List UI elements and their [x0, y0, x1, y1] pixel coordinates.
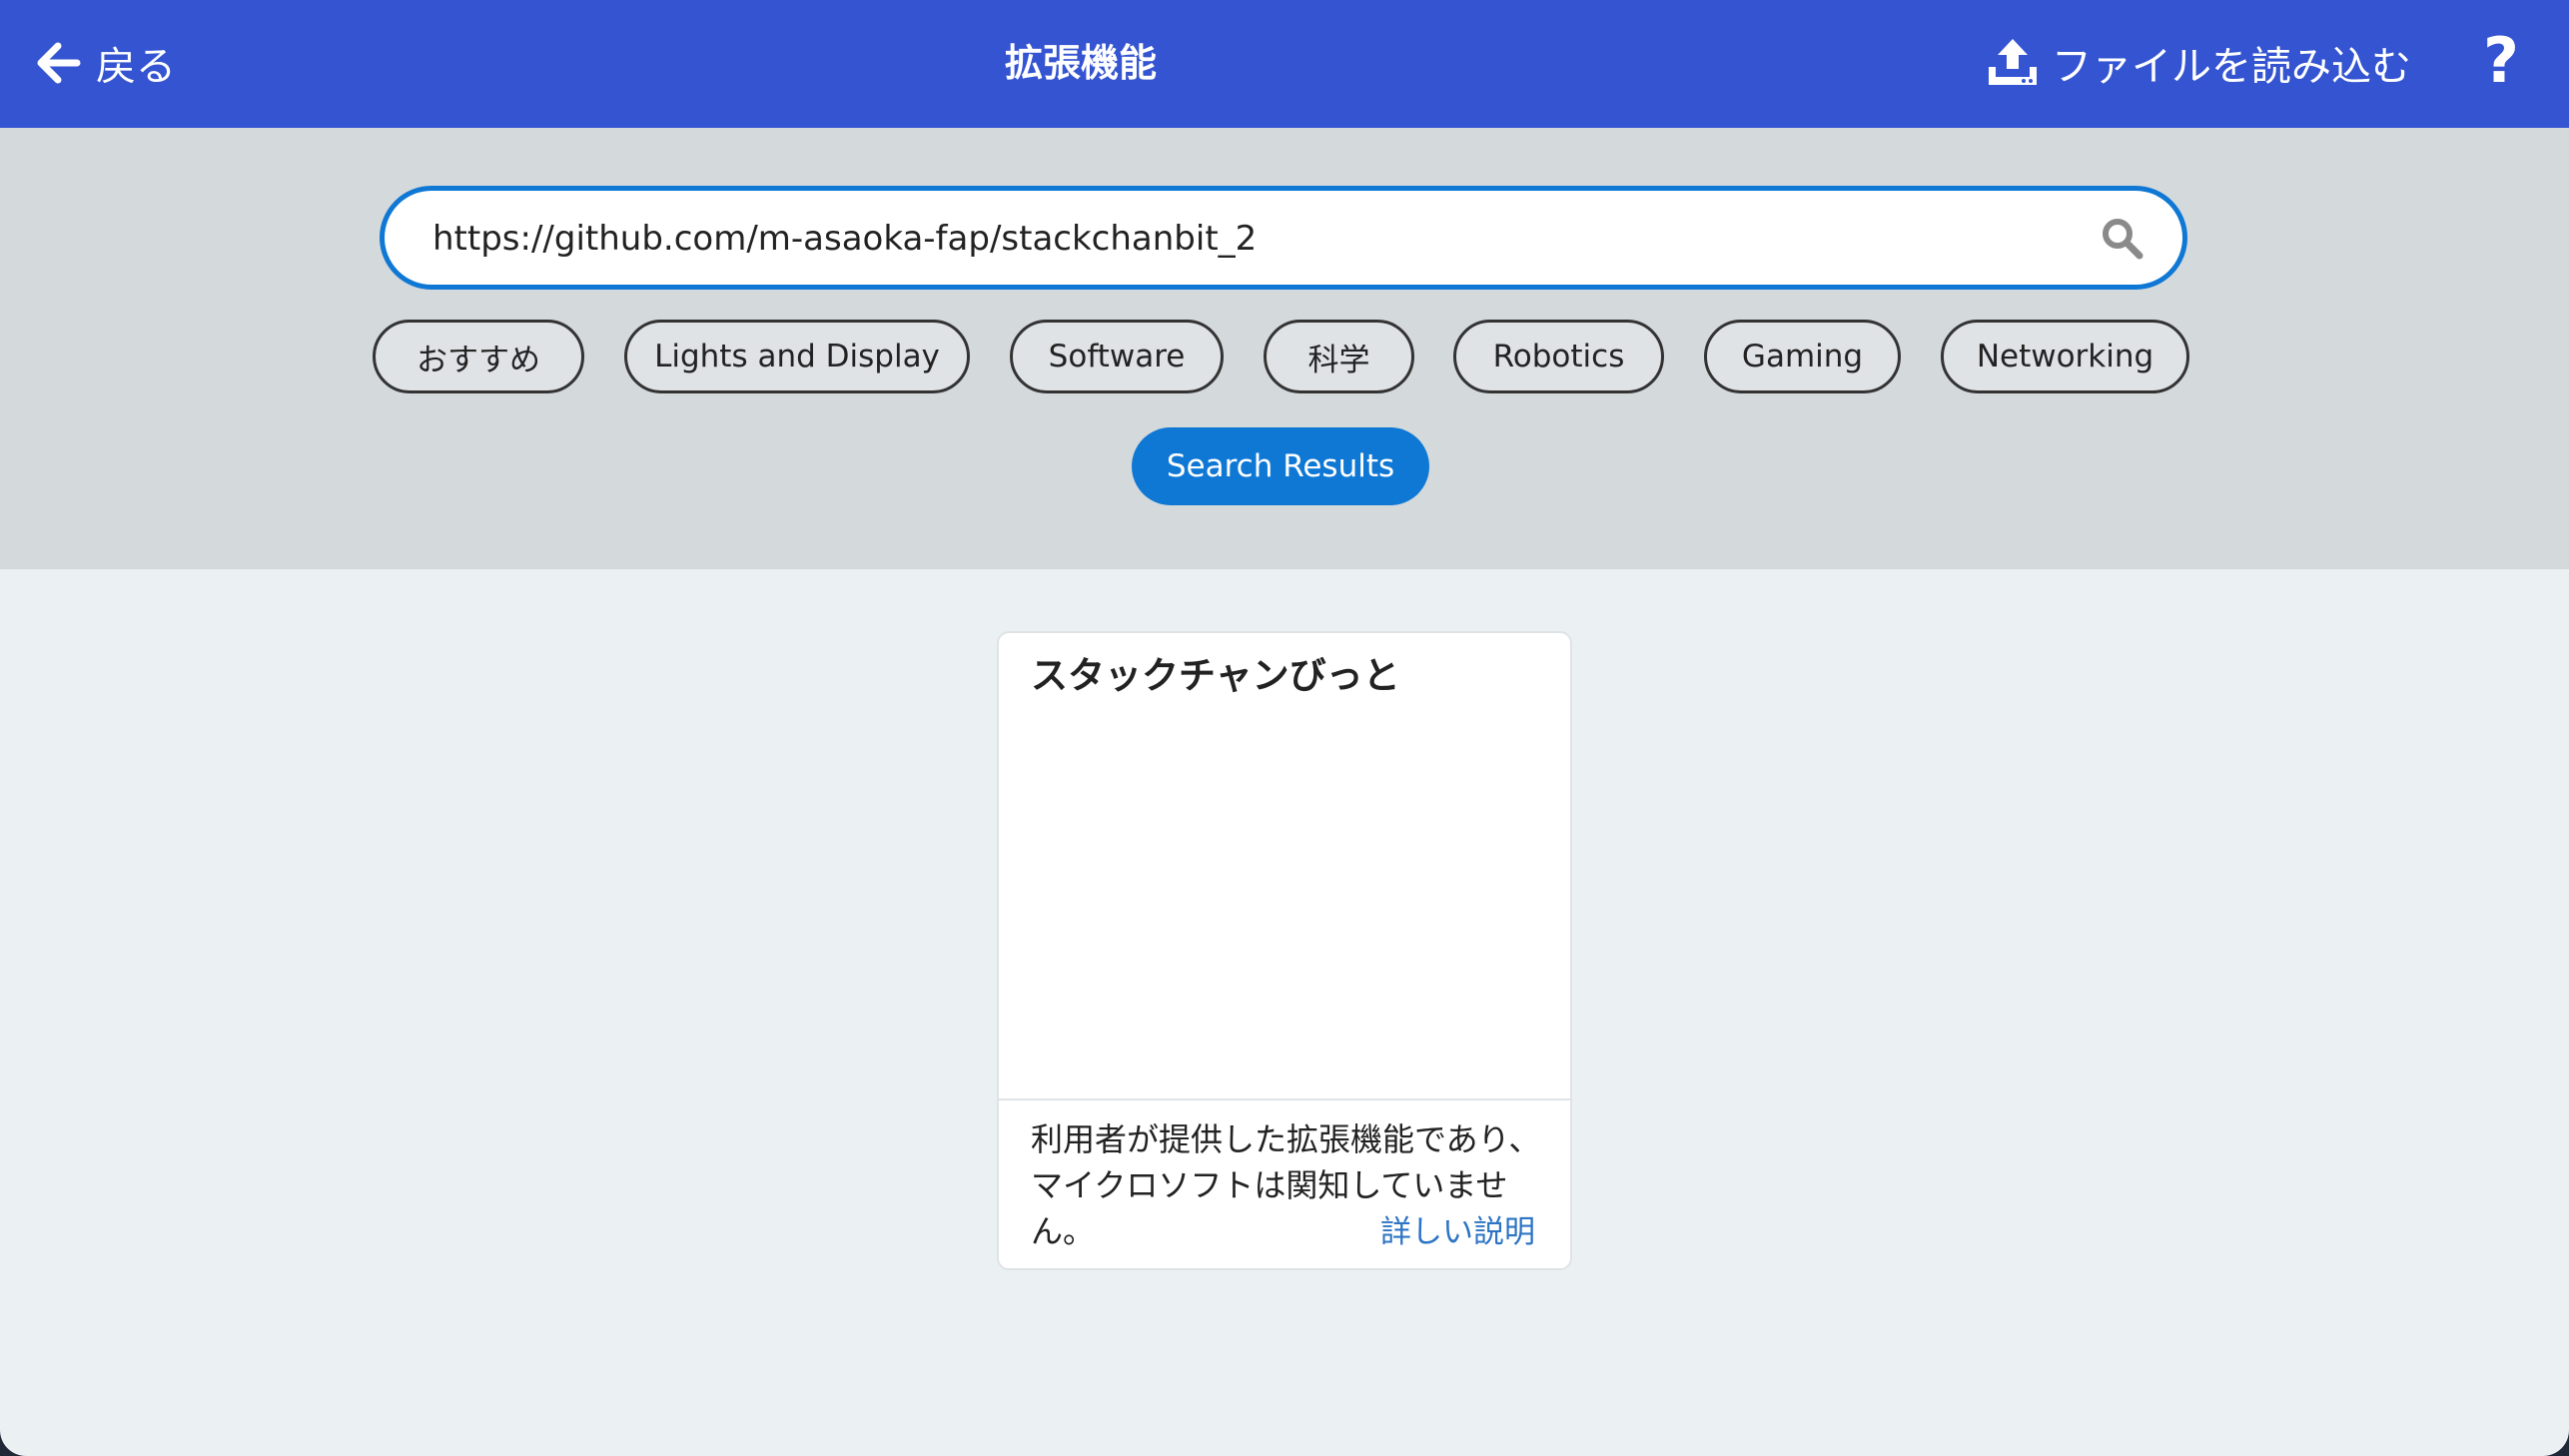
category-recommended[interactable]: おすすめ	[373, 320, 584, 393]
import-file-label: ファイルを読み込む	[2052, 44, 2411, 90]
category-robotics[interactable]: Robotics	[1453, 320, 1664, 393]
extensions-dialog: 戻る 拡張機能 ファイルを読み込む ? おすすめ Lights and Disp…	[0, 0, 2569, 1456]
import-file-button[interactable]: ファイルを読み込む	[1986, 30, 2411, 96]
search-icon[interactable]	[2099, 215, 2144, 261]
search-region: おすすめ Lights and Display Software 科学 Robo…	[0, 128, 2569, 569]
category-networking[interactable]: Networking	[1941, 320, 2189, 393]
upload-icon	[1989, 39, 2037, 85]
card-divider	[999, 1098, 1570, 1100]
category-gaming[interactable]: Gaming	[1704, 320, 1901, 393]
header-bar: 戻る 拡張機能 ファイルを読み込む ?	[0, 0, 2569, 128]
category-science[interactable]: 科学	[1264, 320, 1414, 393]
search-input[interactable]	[430, 211, 2073, 267]
page-title: 拡張機能	[1004, 41, 1157, 85]
category-lights-and-display[interactable]: Lights and Display	[624, 320, 970, 393]
search-box	[380, 186, 2187, 290]
learn-more-link[interactable]: 詳しい説明	[1380, 1206, 1535, 1251]
extension-card[interactable]: スタックチャンびっと 利用者が提供した拡張機能であり、マイクロソフトは関知してい…	[997, 631, 1572, 1270]
help-icon[interactable]: ?	[2479, 26, 2523, 96]
category-software[interactable]: Software	[1010, 320, 1224, 393]
search-results-button[interactable]: Search Results	[1132, 427, 1429, 505]
extension-title: スタックチャンびっと	[1031, 654, 1400, 697]
